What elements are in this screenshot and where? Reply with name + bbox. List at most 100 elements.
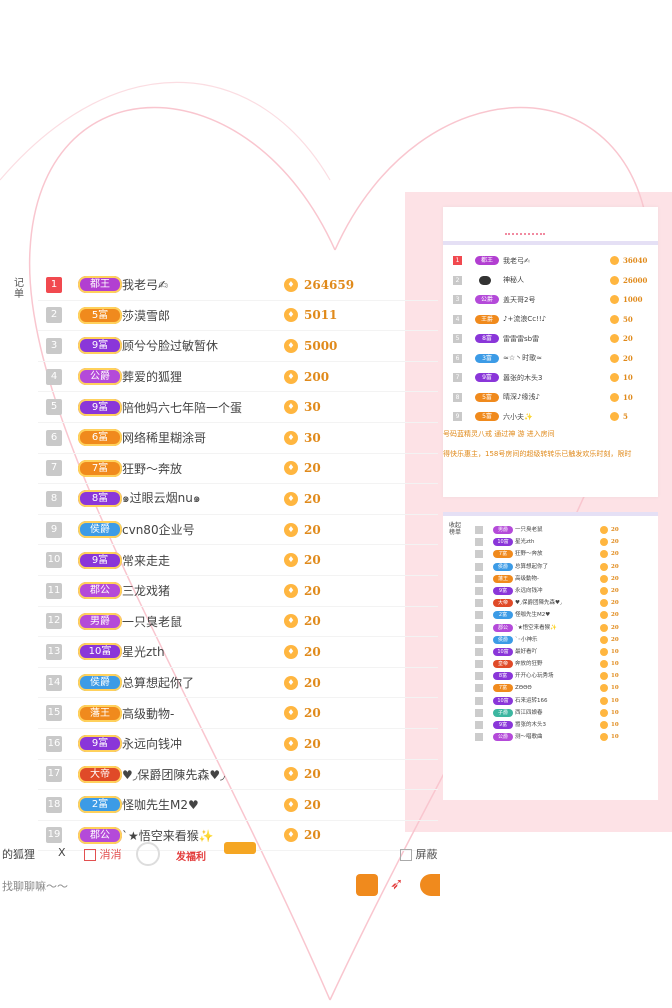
user-name[interactable]: ZΘΘΘ [515,684,532,692]
close-icon[interactable]: X [58,846,66,859]
table-row[interactable]: 6 3富 ≈☆丶时歌≈ 20 [443,349,658,369]
table-row[interactable]: 9 侯爵 cvn80企业号 ♦ 20 [38,515,438,546]
user-name[interactable]: 葬爱的狐狸 [122,368,182,385]
user-name[interactable]: 高级動物- [515,575,539,583]
user-name[interactable]: ♥◞保爵团陳先森♥◞ [515,599,562,607]
user-name[interactable]: 嚣张的木头3 [515,721,546,729]
table-row[interactable]: 5 9富 陪他妈六七年陪一个蛋 ♦ 30 [38,392,438,423]
user-name[interactable]: 顾兮兮脸过敏暂休 [122,337,218,354]
user-name[interactable]: 三龙戏猪 [122,582,170,599]
user-name[interactable]: 开开心心玩秀场 [515,672,554,680]
user-name[interactable]: 我老弓✍ [503,256,530,266]
table-row[interactable]: 10富 石来运转166 10 [443,695,658,707]
user-name[interactable]: ♥◞保爵团陳先森♥◞ [122,766,225,783]
table-row[interactable]: 15 藩王 高级動物- ♦ 20 [38,698,438,729]
table-row[interactable]: 7富 ZΘΘΘ 10 [443,682,658,694]
table-row[interactable]: 2富 怪咖先生M2♥ 20 [443,609,658,621]
table-row[interactable]: 8 5富 晴深♪缘浅♪ 10 [443,388,658,408]
gift-button[interactable]: 发福利 [176,848,206,863]
user-name[interactable]: 雷雷雷sb雷 [503,334,539,344]
user-name[interactable]: 怪咖先生M2♥ [515,611,550,619]
user-name[interactable]: 狂野～奔放 [122,460,182,477]
user-name[interactable]: 一只臭老鼠 [515,526,543,534]
table-row[interactable]: 14 侯爵 总算想起你了 ♦ 20 [38,668,438,699]
table-row[interactable]: 侯爵 总算想起你了 20 [443,561,658,573]
table-row[interactable]: 1 都王 我老弓✍ ♦ 264659 [38,270,438,301]
table-row[interactable]: 16 9富 永远向钱冲 ♦ 20 [38,729,438,760]
user-name[interactable]: 神秘人 [503,275,524,285]
user-name[interactable]: 总算想起你了 [515,563,548,571]
user-name[interactable]: 常来走走 [122,552,170,569]
rocket-icon[interactable] [356,874,378,896]
table-row[interactable]: 18 2富 怪咖先生M2♥ ♦ 20 [38,790,438,821]
chat-input[interactable]: 找聊聊嘛～～ ➶ [0,874,440,898]
table-row[interactable]: 藩王 高级動物- 20 [443,573,658,585]
user-name[interactable]: ˋ★悟空来看猴✨ [515,624,557,632]
user-name[interactable]: 石来运转166 [515,697,548,705]
table-row[interactable]: 9富 永远向钱冲 20 [443,585,658,597]
user-name[interactable]: 晴深♪缘浅♪ [503,392,540,402]
table-row[interactable]: 9 5富 六小夫✨ 5 [443,407,658,427]
shield-check[interactable]: 屏蔽 [400,846,438,862]
user-name[interactable]: 最好看吖 [515,648,537,656]
table-row[interactable]: 9富 嚣张的木头3 10 [443,719,658,731]
table-row[interactable]: 子爵 西江四娘春 10 [443,707,658,719]
table-row[interactable]: 10 9富 常来走走 ♦ 20 [38,545,438,576]
table-row[interactable]: 17 大帝 ♥◞保爵团陳先森♥◞ ♦ 20 [38,760,438,791]
user-name[interactable]: 奔放的狂野 [515,660,543,668]
crown-icon[interactable] [224,842,256,854]
user-name[interactable]: ≈☆丶时歌≈ [503,353,542,363]
table-row[interactable]: 3 9富 顾兮兮脸过敏暂休 ♦ 5000 [38,331,438,362]
table-row[interactable]: 郡公 ˋ★悟空来看猴✨ 20 [443,622,658,634]
user-name[interactable]: ♪+流浪Cc!!♪ [503,314,546,324]
user-name[interactable]: 陪他妈六七年陪一个蛋 [122,399,242,416]
user-name[interactable]: cvn80企业号 [122,521,195,538]
user-name[interactable]: 高级動物- [122,705,174,722]
table-row[interactable]: 3 公爵 盖天哥2号 1000 [443,290,658,310]
user-name[interactable]: 测～唱歌曲 [515,733,543,741]
user-name[interactable]: 永远向钱冲 [515,587,543,595]
table-row[interactable]: 4 王爵 ♪+流浪Cc!!♪ 50 [443,310,658,330]
table-row[interactable]: 10富 星光zth 20 [443,536,658,548]
table-row[interactable]: 8富 开开心心玩秀场 10 [443,670,658,682]
side-tab[interactable]: 记单 [14,278,24,300]
user-name[interactable]: 莎漠雪郎 [122,307,170,324]
table-row[interactable]: 公爵 测～唱歌曲 10 [443,731,658,743]
user-name[interactable]: 西江四娘春 [515,709,543,717]
user-name[interactable]: 狂野～奔放 [515,550,543,558]
table-row[interactable]: 7富 狂野～奔放 20 [443,548,658,560]
user-name[interactable]: 怪咖先生M2♥ [122,796,199,813]
user-name[interactable]: 盖天哥2号 [503,295,535,305]
plane-icon[interactable]: ➶ [390,874,412,896]
user-name[interactable]: 一只臭老鼠 [122,613,182,630]
table-row[interactable]: 7 7富 狂野～奔放 ♦ 20 [38,454,438,485]
emoji-icon[interactable] [136,842,160,866]
table-row[interactable]: 12 男爵 一只臭老鼠 ♦ 20 [38,607,438,638]
table-row[interactable]: 男爵 一只臭老鼠 20 [443,524,658,536]
user-name[interactable]: 星光zth [515,538,535,546]
table-row[interactable]: 13 10富 星光zth ♦ 20 [38,637,438,668]
table-row[interactable]: 2 5富 莎漠雪郎 ♦ 5011 [38,301,438,332]
user-name[interactable]: 网络稀里糊涂哥 [122,429,206,446]
user-name[interactable]: 永远向钱冲 [122,735,182,752]
table-row[interactable]: 侯爵 ˋ◦小神乐 20 [443,634,658,646]
user-name[interactable]: 嚣张的木头3 [503,373,542,383]
user-name[interactable]: 总算想起你了 [122,674,194,691]
table-row[interactable]: 大帝 ♥◞保爵团陳先森♥◞ 20 [443,597,658,609]
table-row[interactable]: 4 公爵 葬爱的狐狸 ♦ 200 [38,362,438,393]
table-row[interactable]: 11 郡公 三龙戏猪 ♦ 20 [38,576,438,607]
table-row[interactable]: 5 8富 雷雷雷sb雷 20 [443,329,658,349]
user-name[interactable]: ˋ◦小神乐 [515,636,538,644]
table-row[interactable]: 1 都王 我老弓✍ 36040 [443,251,658,271]
user-name[interactable]: 我老弓✍ [122,276,168,293]
table-row[interactable]: 7 9富 嚣张的木头3 10 [443,368,658,388]
table-row[interactable]: 6 6富 网络稀里糊涂哥 ♦ 30 [38,423,438,454]
user-name[interactable]: 六小夫✨ [503,412,533,422]
user-name[interactable]: 星光zth [122,643,165,660]
table-row[interactable]: 皇帝 奔放的狂野 10 [443,658,658,670]
table-row[interactable]: 10富 最好看吖 10 [443,646,658,658]
table-row[interactable]: 2 神秘人 26000 [443,271,658,291]
user-name[interactable]: ๑过眼云烟nu๑ [122,489,200,508]
send-button[interactable] [420,874,440,896]
table-row[interactable]: 8 8富 ๑过眼云烟nu๑ ♦ 20 [38,484,438,515]
